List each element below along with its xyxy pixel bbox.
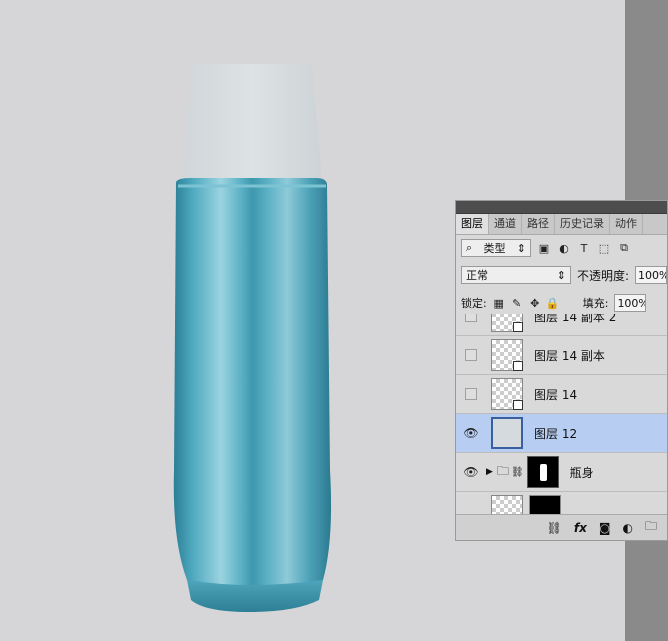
mask-thumbnail <box>529 495 561 514</box>
lock-all-icon[interactable]: 🔒 <box>546 297 560 310</box>
bottle-body <box>173 178 332 596</box>
shape-icon[interactable]: ⬚ <box>597 241 611 255</box>
layer-row[interactable]: 图层 14 副本 2 <box>456 314 667 335</box>
folder-icon: 🗀 <box>496 463 509 478</box>
layer-name: 图层 14 副本 <box>534 348 605 363</box>
layers-panel[interactable]: 图层 通道 路径 历史记录 动作 ⌕ 类型 ⇕ ▣ ◐ T ⬚ ⧉ 正常 ⇕ 不… <box>455 200 668 541</box>
fx-icon[interactable]: fx <box>574 521 587 535</box>
folder-icon[interactable]: 🗀 <box>645 517 657 538</box>
layer-row[interactable]: 图层 14 <box>456 374 667 413</box>
layer-row[interactable]: 图层 14 副本 <box>456 335 667 374</box>
layers-list[interactable]: 图层 14 副本 2 图层 14 副本 图层 14 👁 图层 12 👁 ▶ 🗀 … <box>456 314 667 514</box>
lock-row: 锁定: ▦ ✎ ✥ 🔒 填充: 100% <box>456 289 667 317</box>
search-icon: ⌕ <box>466 241 473 254</box>
mask-thumbnail <box>526 456 559 488</box>
filter-type-select[interactable]: ⌕ 类型 ⇕ <box>461 239 531 257</box>
smartobject-badge-icon <box>513 322 523 332</box>
chevron-updown-icon: ⇕ <box>556 268 566 282</box>
image-icon[interactable]: ▣ <box>537 241 551 255</box>
layer-name: 瓶身 <box>569 465 594 480</box>
layer-name: 图层 14 副本 2 <box>534 314 617 324</box>
tab-layers[interactable]: 图层 <box>456 214 489 234</box>
visibility-off-box <box>465 388 477 400</box>
tab-channels[interactable]: 通道 <box>489 214 522 234</box>
fill-label: 填充: <box>582 297 609 310</box>
tab-actions[interactable]: 动作 <box>610 214 643 234</box>
smartobject-badge-icon <box>513 400 523 410</box>
expand-arrow-icon[interactable]: ▶ <box>486 467 493 477</box>
fill-input[interactable]: 100% <box>614 294 647 312</box>
filter-type-label: 类型 <box>483 242 506 255</box>
layer-name: 图层 12 <box>534 426 578 441</box>
opacity-label: 不透明度: <box>576 268 630 283</box>
bottle-cap <box>183 64 322 180</box>
panel-tabs: 图层 通道 路径 历史记录 动作 <box>456 214 667 235</box>
adjustment-icon[interactable]: ◐ <box>557 241 571 255</box>
adjustment-layer-icon[interactable]: ◐ <box>623 521 633 535</box>
visibility-toggle[interactable] <box>456 336 486 374</box>
lock-brush-icon[interactable]: ✎ <box>511 297 523 310</box>
layer-thumbnail <box>491 417 523 449</box>
blend-row: 正常 ⇕ 不透明度: 100% <box>456 261 667 289</box>
link-chain-icon: ⛓ <box>510 466 524 478</box>
eye-icon: 👁 <box>463 426 479 440</box>
tab-paths[interactable]: 路径 <box>522 214 555 234</box>
lock-label: 锁定: <box>461 297 487 310</box>
layer-row-group[interactable]: 👁 ▶ 🗀 ⛓ 瓶身 <box>456 452 667 491</box>
filter-row: ⌕ 类型 ⇕ ▣ ◐ T ⬚ ⧉ <box>456 235 667 261</box>
mask-icon[interactable]: ◙ <box>599 521 611 535</box>
visibility-toggle[interactable] <box>456 314 486 335</box>
panel-titlebar[interactable] <box>456 201 667 214</box>
layer-name: 图层 14 <box>534 387 578 402</box>
smartobject-icon[interactable]: ⧉ <box>617 241 631 255</box>
visibility-toggle[interactable] <box>456 375 486 413</box>
layer-thumbnail <box>491 314 523 332</box>
opacity-input[interactable]: 100% <box>635 266 667 284</box>
layer-row[interactable] <box>456 491 667 514</box>
blend-mode-select[interactable]: 正常 ⇕ <box>461 266 571 284</box>
tab-history[interactable]: 历史记录 <box>555 214 610 234</box>
lock-move-icon[interactable]: ✥ <box>529 297 541 310</box>
visibility-off-box <box>465 314 477 322</box>
chevron-updown-icon: ⇕ <box>516 241 526 255</box>
layer-thumbnail <box>491 339 523 371</box>
link-icon[interactable]: ⛓ <box>547 521 562 535</box>
visibility-toggle[interactable] <box>456 492 486 514</box>
visibility-toggle[interactable]: 👁 <box>456 453 486 491</box>
layer-row-selected[interactable]: 👁 图层 12 <box>456 413 667 452</box>
eye-icon: 👁 <box>463 465 479 479</box>
layer-thumbnail <box>491 378 523 410</box>
visibility-toggle[interactable]: 👁 <box>456 414 486 452</box>
blend-mode-value: 正常 <box>466 269 488 282</box>
smartobject-badge-icon <box>513 361 523 371</box>
layer-thumbnail <box>491 495 523 514</box>
text-icon[interactable]: T <box>577 241 591 255</box>
lock-transparent-icon[interactable]: ▦ <box>493 297 505 310</box>
panel-bottom-bar: ⛓ fx ◙ ◐ 🗀 <box>456 514 667 540</box>
visibility-off-box <box>465 349 477 361</box>
mask-shape <box>539 464 547 481</box>
